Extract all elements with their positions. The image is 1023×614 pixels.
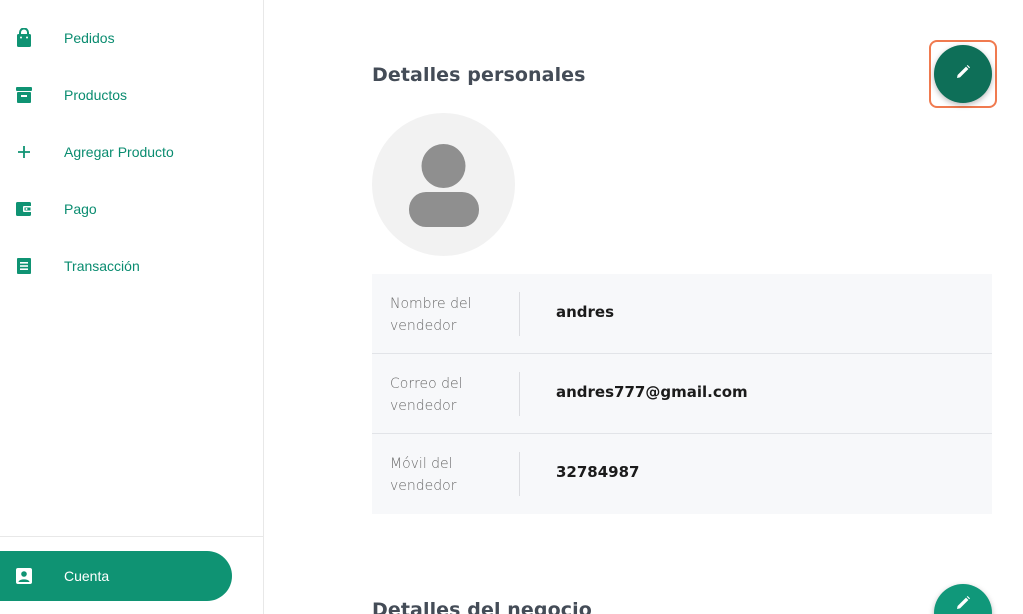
sidebar: Pedidos Productos Agregar Producto Pago <box>0 0 264 614</box>
sidebar-item-cuenta[interactable]: Cuenta <box>0 551 232 601</box>
table-row: Nombre del vendedor andres <box>372 274 992 354</box>
column-divider <box>519 292 520 336</box>
pencil-icon <box>955 595 971 614</box>
table-row: Correo del vendedor andres777@gmail.com <box>372 354 992 434</box>
seller-name-value: andres <box>556 303 615 321</box>
sidebar-item-label: Pedidos <box>64 30 115 46</box>
sidebar-item-label: Cuenta <box>64 568 110 584</box>
column-divider <box>519 452 520 496</box>
sidebar-item-label: Transacción <box>64 258 140 274</box>
shopping-bag-icon <box>14 28 34 48</box>
receipt-list-icon <box>14 256 34 276</box>
seller-phone-label: Móvil del vendedor <box>390 456 457 494</box>
personal-details-title: Detalles personales <box>372 64 586 86</box>
sidebar-item-pedidos[interactable]: Pedidos <box>0 18 264 58</box>
sidebar-item-label: Productos <box>64 87 128 103</box>
wallet-icon <box>14 199 34 219</box>
seller-name-label: Nombre del vendedor <box>390 296 472 334</box>
seller-email-label: Correo del vendedor <box>390 376 463 414</box>
column-divider <box>519 372 520 416</box>
table-row: Móvil del vendedor 32784987 <box>372 434 992 514</box>
avatar <box>372 113 515 256</box>
pencil-icon <box>955 64 971 85</box>
sidebar-item-pago[interactable]: Pago <box>0 189 264 229</box>
edit-business-button[interactable] <box>934 584 992 614</box>
archive-box-icon <box>14 85 34 105</box>
personal-info-table: Nombre del vendedor andres Correo del ve… <box>372 274 992 514</box>
sidebar-divider <box>0 536 263 537</box>
business-details-title: Detalles del negocio <box>372 599 592 614</box>
sidebar-item-agregar-producto[interactable]: Agregar Producto <box>0 132 264 172</box>
account-main: Detalles personales Nombre del vendedor … <box>265 0 1023 614</box>
sidebar-item-label: Pago <box>64 201 97 217</box>
sidebar-item-label: Agregar Producto <box>64 144 174 160</box>
seller-email-value: andres777@gmail.com <box>556 383 748 401</box>
edit-personal-button[interactable] <box>934 45 992 103</box>
person-icon <box>372 144 515 256</box>
sidebar-item-transaccion[interactable]: Transacción <box>0 246 264 286</box>
account-box-icon <box>14 566 34 586</box>
sidebar-item-productos[interactable]: Productos <box>0 75 264 115</box>
plus-icon <box>14 142 34 162</box>
seller-phone-value: 32784987 <box>556 463 640 481</box>
app-root: Pedidos Productos Agregar Producto Pago <box>0 0 1023 614</box>
